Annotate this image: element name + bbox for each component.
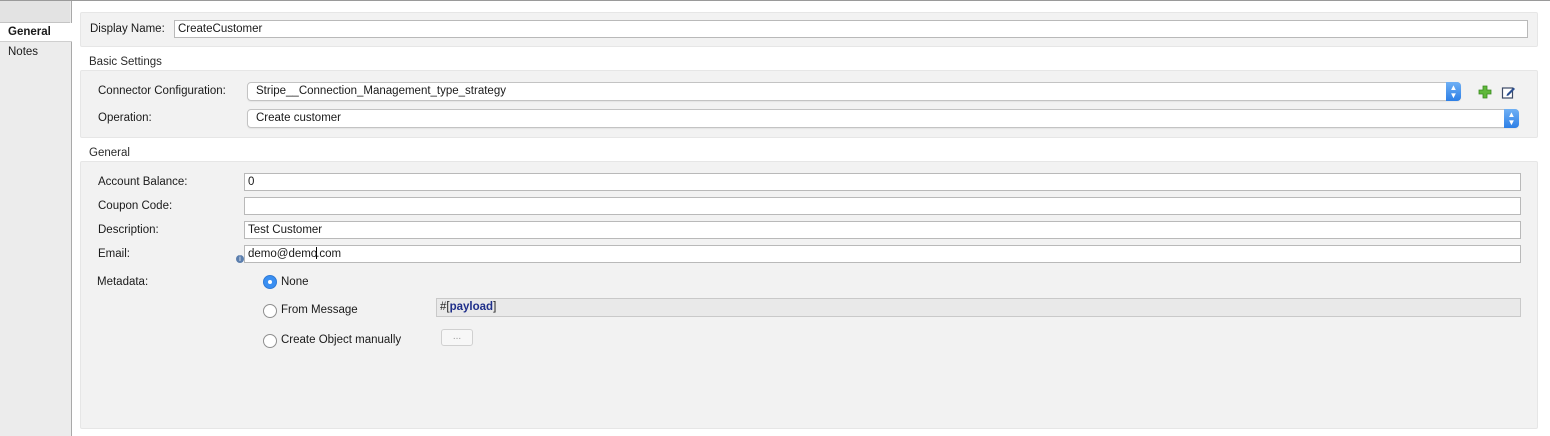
info-icon: i (236, 255, 244, 263)
chevron-updown-icon: ▲ ▼ (1504, 109, 1519, 128)
tab-notes[interactable]: Notes (0, 43, 70, 62)
tab-general[interactable]: General (0, 23, 72, 42)
email-value-start: demo@demo (248, 248, 318, 260)
metadata-from-message-radio[interactable] (263, 304, 277, 318)
description-field[interactable]: Test Customer (244, 221, 1521, 239)
email-value-end: .com (316, 248, 342, 260)
operation-label: Operation: (98, 112, 152, 124)
coupon-code-field[interactable] (244, 197, 1521, 215)
coupon-code-label: Coupon Code: (98, 200, 173, 212)
general-section-title: General (89, 147, 130, 159)
email-field[interactable]: demo@demo.com (244, 245, 1521, 263)
metadata-none-radio[interactable] (263, 275, 277, 289)
description-label: Description: (98, 224, 159, 236)
metadata-from-message-label[interactable]: From Message (281, 304, 358, 316)
payload-expression-field: #[payload] (436, 298, 1521, 317)
expression-prefix: #[ (440, 301, 450, 313)
operation-value: Create customer (256, 112, 342, 124)
operation-select[interactable]: Create customer ▲ ▼ (247, 109, 1519, 128)
basic-settings-panel: Connector Configuration: Stripe__Connect… (80, 70, 1538, 138)
metadata-none-label[interactable]: None (281, 276, 309, 288)
expression-suffix: ] (493, 301, 497, 313)
connector-configuration-label: Connector Configuration: (98, 85, 226, 97)
display-name-field[interactable]: CreateCustomer (174, 20, 1528, 38)
expression-keyword: payload (449, 301, 494, 313)
general-panel: Account Balance: 0 Coupon Code: Descript… (80, 161, 1538, 429)
metadata-create-manually-label[interactable]: Create Object manually (281, 334, 401, 346)
tab-strip-header (0, 1, 70, 23)
connector-configuration-value: Stripe__Connection_Management_type_strat… (256, 85, 506, 97)
account-balance-field[interactable]: 0 (244, 173, 1521, 191)
email-label: Email: (98, 248, 130, 260)
metadata-create-manually-radio[interactable] (263, 334, 277, 348)
basic-settings-title: Basic Settings (89, 56, 162, 68)
display-name-label: Display Name: (90, 23, 165, 35)
add-icon[interactable] (1477, 84, 1493, 100)
tab-strip: General Notes (0, 1, 72, 436)
top-border (0, 0, 1550, 1)
create-object-button: ... (441, 329, 473, 346)
chevron-updown-icon: ▲ ▼ (1446, 82, 1461, 101)
account-balance-label: Account Balance: (98, 176, 188, 188)
edit-icon[interactable] (1500, 84, 1516, 100)
connector-configuration-select[interactable]: Stripe__Connection_Management_type_strat… (247, 82, 1461, 101)
display-name-panel: Display Name: CreateCustomer (80, 12, 1538, 47)
metadata-label: Metadata: (97, 276, 149, 288)
